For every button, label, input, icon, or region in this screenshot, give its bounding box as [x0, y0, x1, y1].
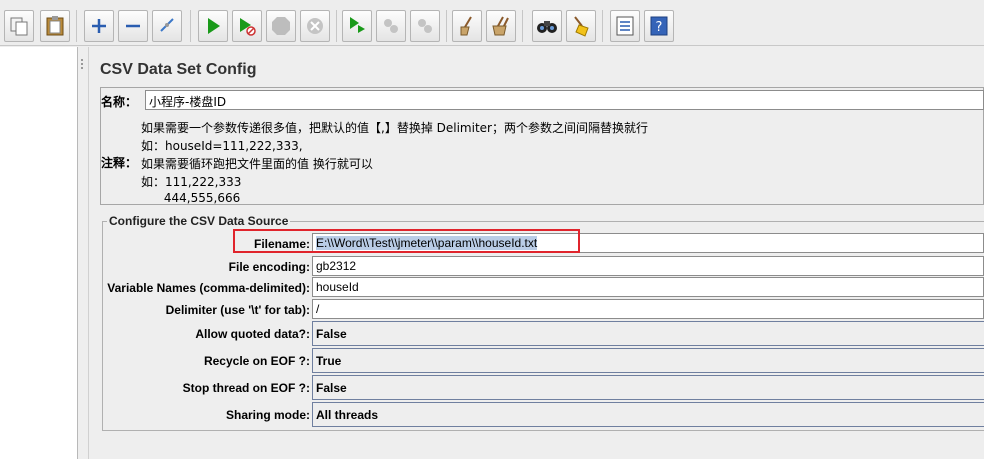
reset-search-button[interactable] — [566, 10, 596, 42]
remote-stop-icon — [384, 19, 398, 33]
paste-icon — [46, 16, 64, 36]
clear-icon — [460, 16, 472, 36]
sharing-mode-label: Sharing mode: — [225, 408, 310, 422]
remote-start-button[interactable] — [342, 10, 372, 42]
toggle-button[interactable] — [152, 10, 182, 42]
panel-title: CSV Data Set Config — [100, 61, 257, 78]
sharing-mode-select[interactable]: All threads — [312, 402, 984, 427]
csv-group-legend: Configure the CSV Data Source — [107, 214, 291, 228]
recycle-eof-label: Recycle on EOF ?: — [203, 354, 310, 368]
splitter-grip — [81, 59, 83, 61]
remote-shutdown-button[interactable] — [410, 10, 440, 42]
start-button[interactable] — [198, 10, 228, 42]
help-button[interactable]: ? — [644, 10, 674, 42]
help-icon: ? — [650, 16, 668, 36]
collapse-all-button[interactable] — [118, 10, 148, 42]
pane-splitter[interactable] — [78, 47, 88, 459]
splitter-grip — [81, 67, 83, 69]
shutdown-button[interactable] — [300, 10, 330, 42]
shutdown-icon — [307, 18, 323, 34]
copy-button[interactable] — [4, 10, 34, 42]
name-label: 名称： — [101, 95, 138, 109]
comment-line[interactable]: 如果需要循环跑把文件里面的值 换行就可以 — [141, 155, 373, 172]
allow-quoted-label: Allow quoted data?: — [195, 327, 310, 341]
paste-button[interactable] — [40, 10, 70, 42]
delimiter-field[interactable]: / — [312, 299, 984, 319]
clear-all-icon — [492, 16, 509, 36]
search-button[interactable] — [532, 10, 562, 42]
start-no-pauses-button[interactable] — [232, 10, 262, 42]
collapse-all-icon — [126, 24, 140, 28]
allow-quoted-select[interactable]: False — [312, 321, 984, 346]
variable-names-field[interactable]: houseId — [312, 277, 984, 297]
stop-thread-eof-select[interactable]: False — [312, 375, 984, 400]
toolbar-separator — [522, 10, 523, 42]
test-plan-tree[interactable] — [0, 47, 78, 459]
filename-value: E:\\Word\\Test\\jmeter\\param\\houseId.t… — [316, 236, 538, 250]
encoding-label: File encoding: — [228, 260, 310, 274]
function-helper-button[interactable] — [610, 10, 640, 42]
start-icon — [208, 18, 220, 34]
toolbar-separator — [190, 10, 191, 42]
toolbar-separator — [336, 10, 337, 42]
splitter-grip — [81, 63, 83, 65]
start-no-pauses-icon — [240, 18, 256, 36]
comment-line[interactable]: 444,555,666 — [141, 191, 240, 205]
comment-line[interactable]: 如：111,222,333 — [141, 173, 241, 190]
search-icon — [537, 21, 557, 33]
variable-names-label: Variable Names (comma-delimited): — [107, 281, 310, 295]
toggle-icon — [160, 18, 174, 32]
function-helper-icon — [616, 16, 634, 36]
expand-all-icon — [92, 19, 106, 33]
reset-search-icon — [574, 16, 589, 37]
comment-line[interactable]: 如果需要一个参数传递很多值，把默认的值【,】替换掉 Delimiter；两个参数… — [141, 119, 648, 136]
toolbar-separator — [602, 10, 603, 42]
stop-thread-eof-label: Stop thread on EOF ?: — [182, 381, 310, 395]
recycle-eof-select[interactable]: True — [312, 348, 984, 373]
toolbar-separator — [446, 10, 447, 42]
comment-line[interactable]: 如：houseId=111,222,333, — [141, 137, 303, 154]
stop-icon — [272, 17, 290, 35]
remote-shutdown-icon — [418, 19, 432, 33]
remote-stop-button[interactable] — [376, 10, 406, 42]
name-field[interactable]: 小程序-楼盘ID — [145, 90, 984, 110]
encoding-field[interactable]: gb2312 — [312, 256, 984, 276]
clear-all-button[interactable] — [486, 10, 516, 42]
copy-icon — [10, 17, 28, 36]
stop-button[interactable] — [266, 10, 296, 42]
comment-label: 注释： — [101, 156, 138, 170]
toolbar-separator — [76, 10, 77, 42]
delimiter-label: Delimiter (use '\t' for tab): — [165, 303, 310, 317]
expand-all-button[interactable] — [84, 10, 114, 42]
filename-field[interactable]: E:\\Word\\Test\\jmeter\\param\\houseId.t… — [312, 233, 984, 253]
toolbar: ? — [0, 0, 984, 46]
filename-label: Filename: — [253, 237, 310, 251]
svg-text:?: ? — [656, 20, 663, 35]
clear-button[interactable] — [452, 10, 482, 42]
remote-start-icon — [350, 17, 365, 33]
